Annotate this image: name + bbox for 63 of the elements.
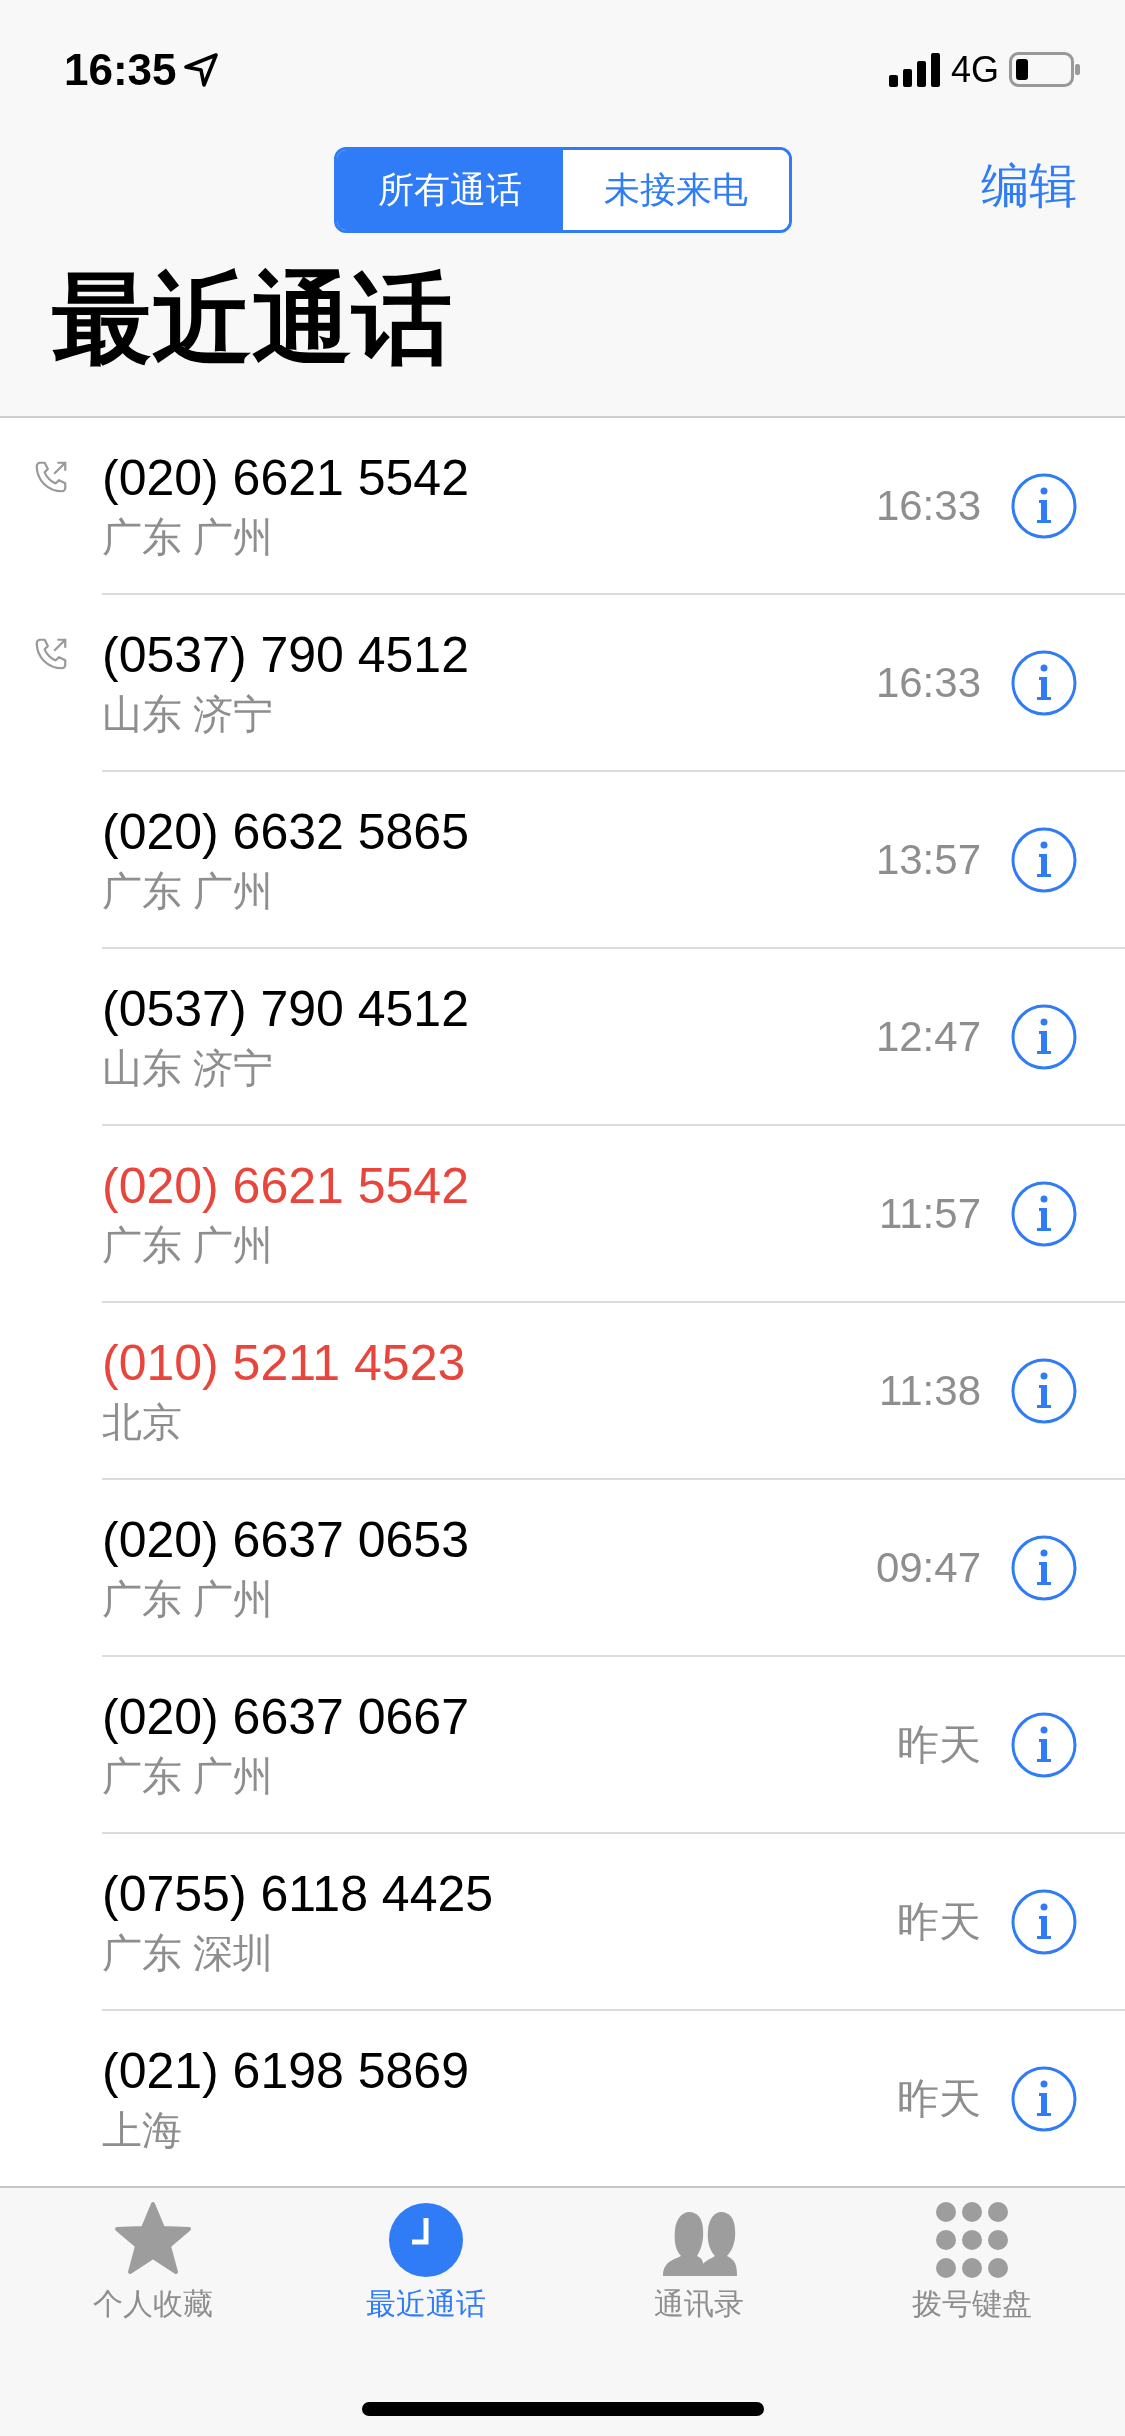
call-time: 昨天 <box>897 1719 981 1770</box>
info-icon <box>1011 1534 1077 1601</box>
info-button[interactable] <box>1011 2065 1077 2132</box>
phone-number: (020) 6621 5542 <box>102 448 470 508</box>
call-time: 昨天 <box>897 1896 981 1947</box>
caller-location: 山东 济宁 <box>102 1044 275 1092</box>
info-icon <box>1011 1711 1077 1778</box>
phone-number: (021) 6198 5869 <box>102 2041 470 2101</box>
caller-location: 广东 广州 <box>102 1575 275 1623</box>
info-button[interactable] <box>1011 649 1077 716</box>
info-icon <box>1011 1888 1077 1955</box>
call-time: 16:33 <box>875 481 981 530</box>
edit-button[interactable]: 编辑 <box>981 154 1077 218</box>
phone-number: (0537) 790 4512 <box>102 625 470 685</box>
caller-location: 北京 <box>102 1398 183 1446</box>
phone-number: (0755) 6118 4425 <box>102 1864 495 1924</box>
tab-bar-item[interactable]: 个人收藏 <box>32 2188 273 2325</box>
status-time: 16:35 <box>64 45 177 95</box>
phone-number: (0537) 790 4512 <box>102 979 470 1039</box>
call-time: 12:47 <box>875 1012 981 1061</box>
segment-tab[interactable]: 未接来电 <box>562 150 789 230</box>
call-time: 13:57 <box>875 835 981 884</box>
signal-icon <box>888 53 941 87</box>
info-icon <box>1011 1180 1077 1247</box>
call-time: 昨天 <box>897 2073 981 2124</box>
caller-location: 广东 广州 <box>102 513 275 561</box>
info-icon <box>1011 826 1077 893</box>
caller-location: 广东 广州 <box>102 867 275 915</box>
tab-bar-item[interactable]: 拨号键盘 <box>852 2188 1093 2325</box>
info-button[interactable] <box>1011 472 1077 539</box>
network-label: 4G <box>950 49 999 91</box>
call-time: 09:47 <box>875 1543 981 1592</box>
info-button[interactable] <box>1011 1888 1077 1955</box>
call-time: 16:33 <box>875 658 981 707</box>
call-time: 11:38 <box>879 1366 981 1415</box>
caller-location: 广东 广州 <box>102 1221 275 1269</box>
info-icon <box>1011 649 1077 716</box>
info-icon <box>1011 2065 1077 2132</box>
battery-icon <box>1009 52 1081 88</box>
info-icon <box>1011 472 1077 539</box>
phone-number: (020) 6637 0653 <box>102 1510 470 1570</box>
location-arrow-icon <box>182 52 219 88</box>
info-button[interactable] <box>1011 1180 1077 1247</box>
phone-number: (020) 6621 5542 <box>102 1156 470 1216</box>
segment-tab[interactable]: 所有通话 <box>336 150 563 230</box>
info-button[interactable] <box>1011 1534 1077 1601</box>
info-button[interactable] <box>1011 1003 1077 1070</box>
info-button[interactable] <box>1011 1357 1077 1424</box>
info-button[interactable] <box>1011 1711 1077 1778</box>
info-icon <box>1011 1003 1077 1070</box>
caller-location: 广东 深圳 <box>102 1929 275 1977</box>
phone-number: (010) 5211 4523 <box>102 1333 467 1393</box>
tab-bar-item[interactable]: 最近通话 <box>305 2188 546 2325</box>
info-icon <box>1011 1357 1077 1424</box>
phone-number: (020) 6637 0667 <box>102 1687 470 1747</box>
caller-location: 山东 济宁 <box>102 690 275 738</box>
page-title: 最近通话 <box>52 261 453 376</box>
tab-bar-item[interactable]: 通讯录 <box>579 2188 820 2325</box>
info-button[interactable] <box>1011 826 1077 893</box>
phone-number: (020) 6632 5865 <box>102 802 470 862</box>
caller-location: 广东 广州 <box>102 1752 275 1800</box>
call-time: 11:57 <box>879 1189 981 1238</box>
caller-location: 上海 <box>102 2106 183 2154</box>
